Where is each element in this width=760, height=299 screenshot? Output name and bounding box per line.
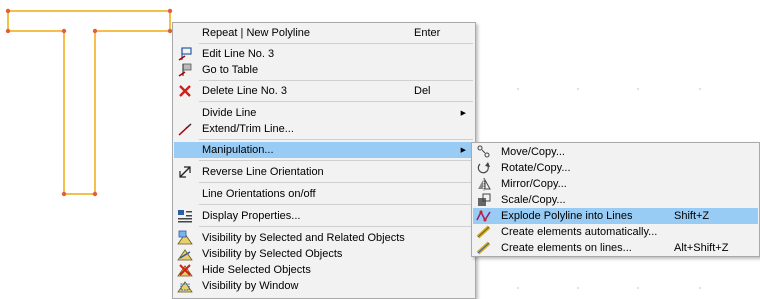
menu-separator: [199, 182, 473, 183]
polyline-nodes: [5, 8, 173, 197]
scale-copy-icon: [478, 193, 491, 206]
menu-item-reverse-line-orientation[interactable]: Reverse Line Orientation: [174, 164, 474, 180]
menu-item-label: Visibility by Selected Objects: [202, 248, 343, 260]
menu-separator: [199, 204, 473, 205]
menu-item-label: Rotate/Copy...: [501, 162, 571, 174]
menu-item-label: Display Properties...: [202, 210, 301, 222]
menu-item-visibility-selected-related[interactable]: Visibility by Selected and Related Objec…: [174, 230, 474, 246]
menu-item-manipulation[interactable]: Manipulation... ▶: [174, 142, 474, 158]
extend-line-icon: [178, 123, 192, 136]
delete-x-icon: [179, 85, 191, 97]
menu-separator: [199, 101, 473, 102]
submenu-item-explode-polyline[interactable]: Explode Polyline into Lines Shift+Z: [473, 208, 758, 224]
menu-item-edit-line[interactable]: Edit Line No. 3: [174, 46, 474, 62]
menu-item-extend-trim-line[interactable]: Extend/Trim Line...: [174, 121, 474, 137]
table-flag-icon: [178, 63, 192, 77]
menu-item-label: Divide Line: [202, 107, 257, 119]
create-elements-auto-icon: [476, 225, 491, 239]
menu-item-display-properties[interactable]: Display Properties...: [174, 208, 474, 224]
rotate-copy-icon: [477, 162, 490, 174]
visibility-window-icon: [177, 281, 193, 293]
menu-item-line-orientations-toggle[interactable]: Line Orientations on/off: [174, 186, 474, 202]
menu-item-label: Manipulation...: [202, 144, 274, 156]
menu-separator: [199, 226, 473, 227]
submenu-item-scale-copy[interactable]: Scale/Copy...: [473, 192, 758, 208]
t-shaped-polyline[interactable]: [7, 10, 171, 195]
edit-line-icon: [178, 47, 192, 61]
menu-item-shortcut: Alt+Shift+Z: [674, 242, 729, 254]
submenu-item-create-elements-lines[interactable]: Create elements on lines... Alt+Shift+Z: [473, 240, 758, 256]
context-menu: Repeat | New Polyline Enter Edit Line No…: [172, 22, 476, 299]
menu-item-label: Create elements on lines...: [501, 242, 632, 254]
menu-item-delete-line[interactable]: Delete Line No. 3 Del: [174, 83, 474, 99]
visibility-related-icon: [177, 230, 193, 245]
menu-item-go-to-table[interactable]: Go to Table: [174, 62, 474, 78]
submenu-item-create-elements-auto[interactable]: Create elements automatically...: [473, 224, 758, 240]
menu-separator: [199, 43, 473, 44]
menu-item-label: Reverse Line Orientation: [202, 166, 324, 178]
menu-separator: [199, 80, 473, 81]
menu-item-label: Line Orientations on/off: [202, 188, 316, 200]
menu-item-label: Create elements automatically...: [501, 226, 658, 238]
menu-item-shortcut: Del: [414, 85, 431, 97]
submenu-arrow-icon: ▶: [460, 110, 466, 117]
display-properties-icon: [178, 210, 192, 223]
menu-item-repeat-new-polyline[interactable]: Repeat | New Polyline Enter: [174, 25, 474, 41]
menu-item-visibility-window[interactable]: Visibility by Window: [174, 278, 474, 294]
create-elements-lines-icon: [476, 241, 491, 255]
menu-item-label: Delete Line No. 3: [202, 85, 287, 97]
submenu-item-move-copy[interactable]: Move/Copy...: [473, 144, 758, 160]
menu-item-hide-selected[interactable]: Hide Selected Objects: [174, 262, 474, 278]
menu-item-visibility-selected[interactable]: Visibility by Selected Objects: [174, 246, 474, 262]
menu-item-label: Visibility by Selected and Related Objec…: [202, 232, 405, 244]
menu-separator: [199, 160, 473, 161]
reverse-icon: [179, 166, 191, 178]
mirror-copy-icon: [478, 178, 491, 191]
visibility-selected-icon: [177, 249, 193, 261]
hide-objects-icon: [177, 264, 193, 277]
submenu-arrow-icon: ▶: [460, 147, 466, 154]
menu-item-label: Explode Polyline into Lines: [501, 210, 633, 222]
explode-polyline-icon: [476, 210, 491, 222]
submenu-item-rotate-copy[interactable]: Rotate/Copy...: [473, 160, 758, 176]
menu-item-label: Extend/Trim Line...: [202, 123, 294, 135]
menu-item-shortcut: Shift+Z: [674, 210, 710, 222]
menu-item-label: Go to Table: [202, 64, 259, 76]
menu-item-label: Repeat | New Polyline: [202, 27, 311, 39]
submenu-item-mirror-copy[interactable]: Mirror/Copy...: [473, 176, 758, 192]
menu-item-shortcut: Enter: [414, 27, 441, 39]
manipulation-submenu: Move/Copy... Rotate/Copy... Mirror/Copy.…: [471, 142, 760, 257]
menu-item-label: Visibility by Window: [202, 280, 299, 292]
move-copy-icon: [477, 145, 490, 158]
menu-item-label: Hide Selected Objects: [202, 264, 311, 276]
menu-item-divide-line[interactable]: Divide Line ▶: [174, 105, 474, 121]
menu-item-label: Move/Copy...: [501, 146, 565, 158]
menu-item-label: Scale/Copy...: [501, 194, 566, 206]
menu-item-label: Mirror/Copy...: [501, 178, 567, 190]
menu-item-label: Edit Line No. 3: [202, 48, 275, 60]
menu-separator: [199, 139, 473, 140]
